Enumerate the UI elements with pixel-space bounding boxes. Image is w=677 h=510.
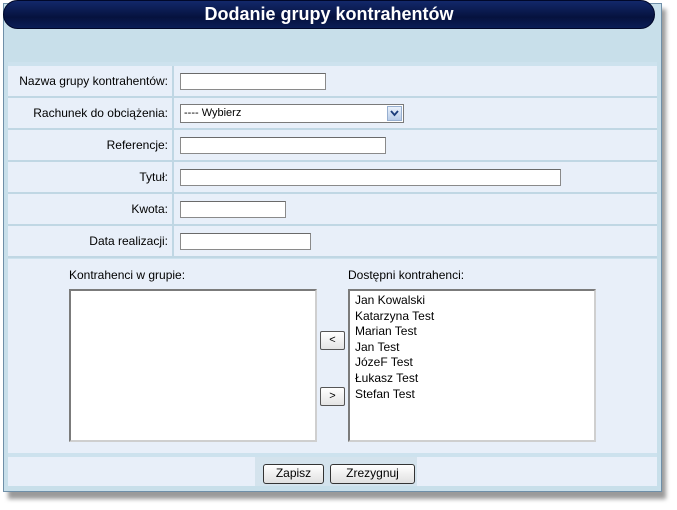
in-group-label: Kontrahenci w grupie: [69, 268, 186, 282]
move-left-button[interactable]: < [320, 331, 345, 350]
move-right-button[interactable]: > [320, 387, 345, 406]
amount-label: Kwota: [8, 194, 174, 226]
list-item[interactable]: Jan Kowalski [350, 293, 594, 309]
subject-label: Tytuł: [8, 162, 174, 194]
cancel-button[interactable]: Zrezygnuj [330, 464, 415, 484]
list-item[interactable]: Łukasz Test [350, 371, 594, 387]
list-item[interactable]: Stefan Test [350, 387, 594, 403]
list-item[interactable]: Marian Test [350, 324, 594, 340]
footer-bar: Zapisz Zrezygnuj [8, 457, 657, 486]
amount-input[interactable] [180, 200, 286, 218]
row-date: Data realizacji: [8, 226, 657, 258]
contractor-lists: Kontrahenci w grupie: < > Dostępni kontr… [8, 259, 657, 453]
account-select[interactable]: ---- Wybierz [180, 103, 404, 123]
subject-input[interactable] [180, 168, 561, 186]
available-listbox[interactable]: Jan Kowalski Katarzyna Test Marian Test … [348, 289, 596, 442]
form-panel: Nazwa grupy kontrahentów: Rachunek do ob… [8, 62, 657, 486]
group-name-input[interactable] [180, 72, 326, 90]
account-label: Rachunek do obciążenia: [8, 98, 174, 130]
chevron-down-icon[interactable] [387, 105, 402, 121]
group-name-label: Nazwa grupy kontrahentów: [8, 66, 174, 98]
row-account: Rachunek do obciążenia: ---- Wybierz [8, 98, 657, 130]
date-input[interactable] [180, 232, 311, 250]
list-item[interactable]: Jan Test [350, 340, 594, 356]
row-subject: Tytuł: [8, 162, 657, 194]
account-select-value: ---- Wybierz [184, 106, 242, 119]
reference-input[interactable] [180, 136, 386, 154]
save-button[interactable]: Zapisz [263, 464, 324, 484]
form-table: Nazwa grupy kontrahentów: Rachunek do ob… [8, 66, 657, 258]
available-label: Dostępni kontrahenci: [348, 268, 465, 282]
page-title: Dodanie grupy kontrahentów [3, 0, 655, 29]
date-label: Data realizacji: [8, 226, 174, 258]
row-reference: Referencje: [8, 130, 657, 162]
row-amount: Kwota: [8, 194, 657, 226]
list-item[interactable]: JózeF Test [350, 355, 594, 371]
list-item[interactable]: Katarzyna Test [350, 309, 594, 325]
in-group-listbox[interactable] [69, 289, 317, 442]
reference-label: Referencje: [8, 130, 174, 162]
row-group-name: Nazwa grupy kontrahentów: [8, 66, 657, 98]
